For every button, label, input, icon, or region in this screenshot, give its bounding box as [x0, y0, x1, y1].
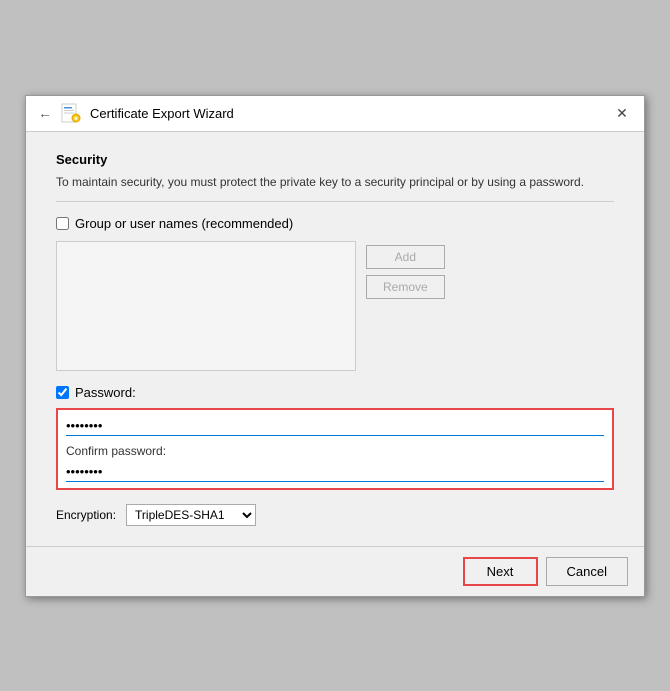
remove-button[interactable]: Remove [366, 275, 445, 299]
group-listbox [56, 241, 356, 371]
confirm-password-input[interactable] [66, 462, 604, 482]
title-bar: ← Certificate Export Wizard ✕ [26, 96, 644, 132]
password-checkbox[interactable] [56, 386, 69, 399]
security-description: To maintain security, you must protect t… [56, 173, 614, 191]
certificate-export-wizard-dialog: ← Certificate Export Wizard ✕ Security T… [25, 95, 645, 597]
dialog-title: Certificate Export Wizard [90, 106, 234, 121]
encryption-row: Encryption: TripleDES-SHA1 AES256-SHA256 [56, 504, 614, 526]
confirm-password-label: Confirm password: [66, 444, 604, 458]
encryption-select[interactable]: TripleDES-SHA1 AES256-SHA256 [126, 504, 256, 526]
security-title: Security [56, 152, 614, 167]
next-button[interactable]: Next [463, 557, 538, 586]
group-buttons: Add Remove [366, 241, 445, 371]
cancel-button[interactable]: Cancel [546, 557, 628, 586]
password-block: Confirm password: [56, 408, 614, 490]
back-button[interactable]: ← [38, 105, 52, 121]
password-label: Password: [75, 385, 136, 400]
encryption-label: Encryption: [56, 508, 116, 522]
group-users-label: Group or user names (recommended) [75, 216, 293, 231]
group-users-checkbox[interactable] [56, 217, 69, 230]
close-button[interactable]: ✕ [612, 103, 632, 123]
group-users-checkbox-row: Group or user names (recommended) [56, 216, 614, 231]
password-section: Password: Confirm password: [56, 385, 614, 490]
password-checkbox-row: Password: [56, 385, 614, 400]
dialog-body: Security To maintain security, you must … [26, 132, 644, 546]
add-button[interactable]: Add [366, 245, 445, 269]
wizard-icon [60, 102, 82, 124]
security-section: Security To maintain security, you must … [56, 152, 614, 191]
dialog-footer: Next Cancel [26, 546, 644, 596]
group-box-area: Add Remove [56, 241, 614, 371]
title-bar-left: ← Certificate Export Wizard [38, 102, 234, 124]
password-input[interactable] [66, 416, 604, 436]
section-divider [56, 201, 614, 202]
